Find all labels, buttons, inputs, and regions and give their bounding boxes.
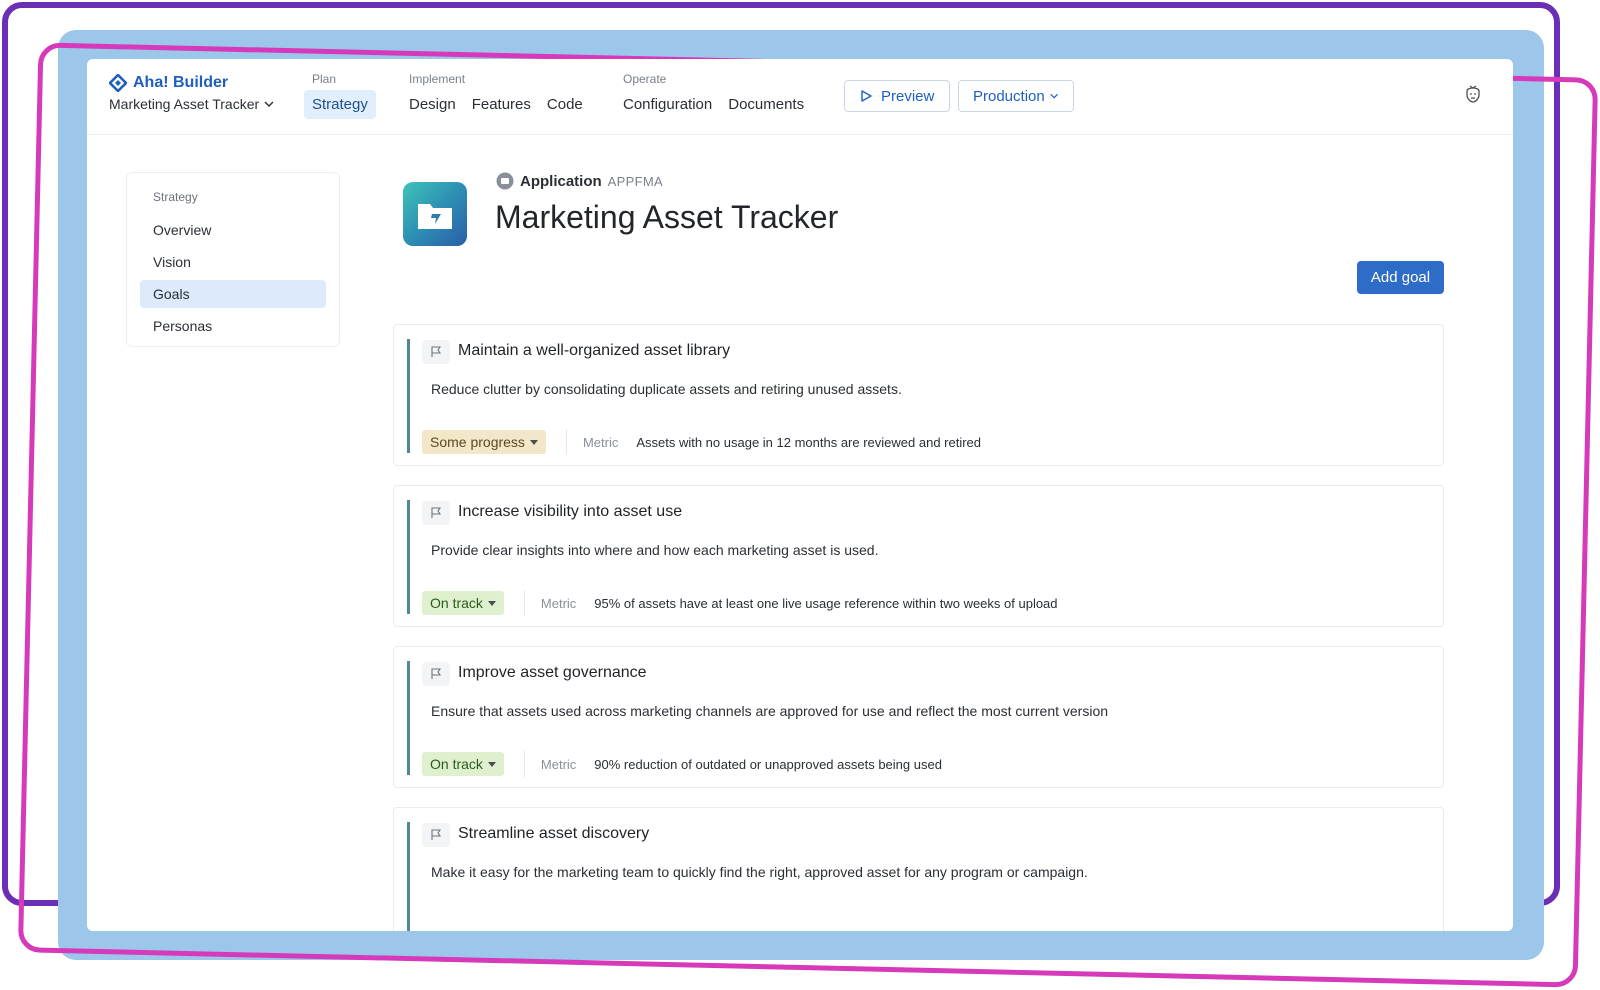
goal-title[interactable]: Streamline asset discovery (458, 825, 649, 843)
status-dropdown[interactable]: On track (422, 752, 504, 776)
goal-accent-bar (407, 500, 410, 614)
metric-value: 95% of assets have at least one live usa… (594, 595, 1058, 611)
nav-group-plan: Plan Strategy (304, 72, 376, 119)
caret-down-icon (529, 439, 538, 445)
nav-group-operate: Operate Configuration Documents (615, 72, 812, 119)
metric-label: Metric (540, 756, 577, 772)
environment-select-label: Production (973, 87, 1045, 105)
divider (523, 751, 525, 777)
goal-description: Make it easy for the marketing team to q… (431, 864, 1088, 880)
flag-icon (422, 340, 450, 364)
status-dropdown[interactable]: On track (422, 591, 504, 615)
brand-logo-icon (109, 74, 127, 92)
status-label: On track (430, 756, 483, 772)
metric-value: 90% reduction of outdated or unapproved … (594, 756, 942, 772)
goal-title[interactable]: Improve asset governance (458, 664, 647, 682)
caret-down-icon (487, 761, 496, 767)
sidebar-item-vision[interactable]: Vision (140, 248, 326, 276)
goal-card: Increase visibility into asset use Provi… (393, 485, 1444, 627)
metric-label: Metric (582, 434, 619, 450)
nav-group-label: Plan (312, 72, 337, 86)
app-switcher[interactable]: Marketing Asset Tracker (109, 96, 275, 112)
user-feedback-icon[interactable] (1461, 83, 1485, 107)
nav-item-code[interactable]: Code (539, 90, 591, 119)
app-switcher-label: Marketing Asset Tracker (109, 96, 260, 112)
sidebar-item-personas[interactable]: Personas (140, 312, 326, 340)
status-dropdown[interactable]: Some progress (422, 430, 546, 454)
goal-card: Improve asset governance Ensure that ass… (393, 646, 1444, 788)
nav-item-strategy[interactable]: Strategy (304, 90, 376, 119)
flag-icon (422, 662, 450, 686)
goal-card: Streamline asset discovery Make it easy … (393, 807, 1444, 931)
play-icon (861, 90, 872, 102)
page-title: Marketing Asset Tracker (495, 199, 839, 235)
nav-item-features[interactable]: Features (464, 90, 539, 119)
environment-select[interactable]: Production (958, 80, 1074, 112)
status-label: On track (430, 595, 483, 611)
nav-item-configuration[interactable]: Configuration (615, 90, 720, 119)
sidebar-heading: Strategy (153, 190, 198, 204)
goal-card: Maintain a well-organized asset library … (393, 324, 1444, 466)
status-label: Some progress (430, 434, 525, 450)
nav-item-design[interactable]: Design (401, 90, 464, 119)
record-type-label: Application (520, 172, 602, 190)
sidebar-item-overview[interactable]: Overview (140, 216, 326, 244)
goal-description: Ensure that assets used across marketing… (431, 703, 1109, 719)
divider (565, 429, 567, 455)
nav-item-documents[interactable]: Documents (720, 90, 812, 119)
chevron-down-icon (1050, 93, 1058, 99)
preview-button-label: Preview (881, 87, 935, 105)
strategy-sidebar: Strategy Overview Vision Goals Personas (126, 172, 340, 347)
flag-icon (422, 501, 450, 525)
brand-name[interactable]: Aha! Builder (133, 74, 228, 92)
goal-title[interactable]: Increase visibility into asset use (458, 503, 682, 521)
nav-group-label: Implement (409, 72, 466, 86)
preview-button[interactable]: Preview (844, 80, 950, 112)
metric-value: Assets with no usage in 12 months are re… (636, 434, 982, 450)
goal-description: Provide clear insights into where and ho… (431, 542, 879, 558)
divider (523, 590, 525, 616)
goal-description: Reduce clutter by consolidating duplicat… (431, 381, 902, 397)
metric-label: Metric (540, 595, 577, 611)
add-goal-button[interactable]: Add goal (1357, 261, 1444, 294)
goal-accent-bar (407, 339, 410, 453)
top-nav: Aha! Builder Marketing Asset Tracker Pla… (87, 59, 1513, 135)
caret-down-icon (487, 600, 496, 606)
goal-title[interactable]: Maintain a well-organized asset library (458, 342, 730, 360)
nav-group-implement: Implement Design Features Code (401, 72, 591, 119)
goal-accent-bar (407, 822, 410, 931)
brand: Aha! Builder Marketing Asset Tracker (109, 74, 275, 112)
app-window: Aha! Builder Marketing Asset Tracker Pla… (87, 59, 1513, 931)
application-icon (403, 182, 467, 246)
chevron-down-icon (264, 101, 274, 107)
record-type: Application APPFMA (496, 172, 663, 190)
nav-group-label: Operate (623, 72, 667, 86)
flag-icon (422, 823, 450, 847)
record-key: APPFMA (607, 173, 663, 189)
sidebar-item-goals[interactable]: Goals (140, 280, 326, 308)
goal-accent-bar (407, 661, 410, 775)
application-type-icon (496, 172, 514, 190)
